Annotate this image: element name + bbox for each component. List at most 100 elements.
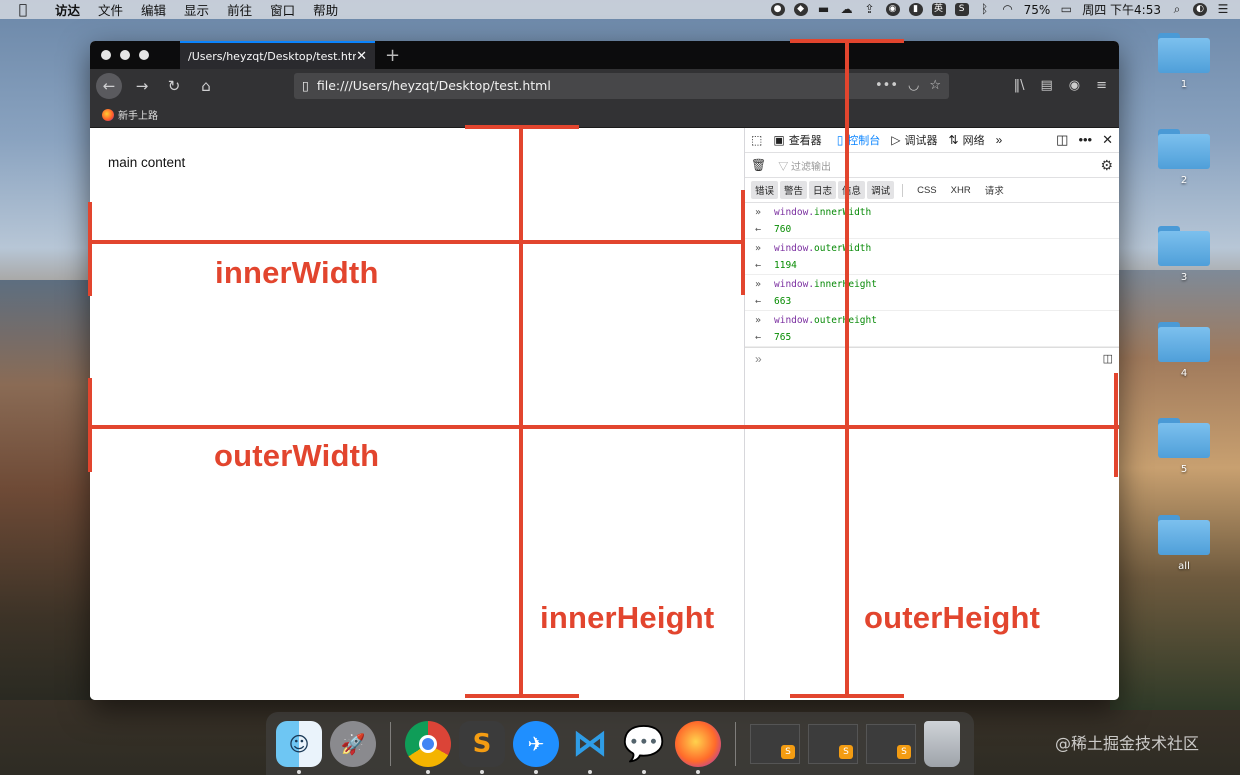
feishu-icon[interactable]: ✈ [513,720,559,774]
new-tab-button[interactable]: + [375,45,400,66]
launchpad-icon[interactable]: 🚀 [330,720,376,767]
more-tabs-icon[interactable]: » [996,133,1003,147]
element-picker-icon[interactable]: ⬚ [751,133,762,147]
library-icon[interactable]: ‖\ [1014,78,1025,93]
vpn-icon[interactable]: ◆ [793,3,808,16]
home-button[interactable]: ⌂ [194,74,218,98]
firefox-icon[interactable] [675,720,721,774]
tab-network[interactable]: ⇅ 网络 [949,132,985,148]
tab-inspector[interactable]: ▣ 查看器 [773,132,821,148]
minimize-window-button[interactable] [120,50,130,60]
filter-errors[interactable]: 错误 [751,181,779,199]
menu-edit[interactable]: 编辑 [132,0,175,19]
console-result: 760 [774,224,792,235]
minimized-window-thumb[interactable]: S [808,723,858,764]
account-icon[interactable]: ◉ [1069,78,1080,93]
filter-css[interactable]: CSS [911,183,943,198]
menu-finder[interactable]: 访达 [46,0,89,19]
reload-button[interactable]: ↻ [162,74,186,98]
filter-warnings[interactable]: 警告 [780,181,808,199]
tab-label: 网络 [962,135,985,147]
menu-help[interactable]: 帮助 [304,0,347,19]
desktop-folder[interactable]: 4 [1158,322,1210,379]
desktop-folder[interactable]: 5 [1158,418,1210,475]
folder-label: 3 [1180,272,1188,283]
tab-debugger[interactable]: ▷ 调试器 [891,132,937,148]
tab-console[interactable]: ▯ 控制台 [833,132,881,148]
gear-icon[interactable]: ⚙ [1100,157,1113,174]
log-level-filters: 错误 警告 日志 信息 调试 CSS XHR 请求 [745,178,1119,203]
toolbar-right: ‖\ ▤ ◉ ≡ [1014,78,1113,93]
desktop-folder[interactable]: 3 [1158,226,1210,283]
page-actions-icon[interactable]: ••• [875,78,898,93]
outer-height-line [845,41,849,698]
outer-width-label: outerWidth [214,438,380,473]
wechat-icon[interactable]: 💬 [621,721,667,774]
expr-property: innerWidth [814,206,872,218]
apple-icon[interactable]:  [0,2,46,18]
filter-debug[interactable]: 调试 [867,181,895,199]
wechat-icon[interactable]: ● [770,3,785,16]
input-method-icon[interactable]: 英 [931,3,946,16]
folder-label: all [1178,561,1190,572]
folder-icon [1158,129,1210,169]
bookmarks-bar: 新手上路 [90,102,1119,128]
url-bar[interactable]: ▯ file:///Users/heyzqt/Desktop/test.html… [294,72,949,99]
close-devtools-icon[interactable]: ✕ [1102,132,1113,148]
sublime-text-icon[interactable]: S [459,720,505,774]
desktop-folder[interactable]: 1 [1158,33,1210,90]
filter-logs[interactable]: 日志 [809,181,837,199]
clock[interactable]: 周四 下午4:53 [1082,1,1161,18]
qq-icon[interactable]: ◉ [885,3,900,16]
cloud-icon[interactable]: ☁ [840,3,854,16]
dock-divider [390,721,391,766]
sidebar-icon[interactable]: ▤ [1040,78,1052,93]
trash-icon[interactable]: 🗑 [751,158,766,172]
minimized-window-thumb[interactable]: S [750,723,800,764]
devtools-toolbar: ⬚ ▣ 查看器 ▯ 控制台 ▷ 调试器 ⇅ 网络 » ◫ ••• ✕ [745,128,1119,153]
control-center-icon[interactable]: ☰ [1216,3,1230,16]
filter-placeholder: 过滤输出 [791,161,832,173]
bluetooth-icon[interactable]: ᛒ [978,3,992,16]
zoom-window-button[interactable] [139,50,149,60]
tab-active[interactable]: /Users/heyzqt/Desktop/test.html ✕ [180,41,375,69]
more-options-icon[interactable]: ••• [1078,132,1092,148]
console-prompt[interactable]: » ◫ [745,347,1119,369]
docker-icon[interactable]: ▬ [817,3,831,16]
desktop-folder[interactable]: all [1158,515,1210,572]
menu-file[interactable]: 文件 [89,0,132,19]
bookmark-item[interactable]: 新手上路 [118,107,158,122]
menu-go[interactable]: 前往 [218,0,261,19]
sublime-icon[interactable]: S [954,3,969,16]
filter-info[interactable]: 信息 [838,181,866,199]
filter-xhr[interactable]: XHR [945,183,977,198]
menu-view[interactable]: 显示 [175,0,218,19]
finder-icon[interactable]: ☺ [276,720,322,774]
wifi-icon[interactable]: ◠ [1001,3,1015,16]
filter-input[interactable]: ▽ 过滤输出 [778,158,831,173]
vscode-icon[interactable]: ⋈ [567,721,613,774]
close-window-button[interactable] [101,50,111,60]
pocket-icon[interactable]: ◡ [908,78,919,93]
close-tab-icon[interactable]: ✕ [356,49,367,64]
console-filter-bar: 🗑 ▽ 过滤输出 ⚙ [745,153,1119,178]
dock-side-icon[interactable]: ◫ [1056,132,1068,148]
filter-requests[interactable]: 请求 [979,181,1010,199]
menu-icon[interactable]: ≡ [1096,78,1107,93]
input-chevron-icon: » [755,314,762,326]
console-result-row: ← 663 [745,293,1119,311]
bookmark-star-icon[interactable]: ☆ [929,78,941,93]
search-icon[interactable]: ⌕ [1170,3,1184,16]
chrome-icon[interactable] [405,720,451,774]
menu-window[interactable]: 窗口 [261,0,304,19]
battery-icon[interactable]: ▭ [1059,3,1073,16]
forward-button[interactable]: → [130,74,154,98]
back-button[interactable]: ← [96,72,122,99]
minimized-window-thumb[interactable]: S [866,723,916,764]
trash-icon[interactable] [924,720,960,767]
siri-icon[interactable]: ◐ [1193,3,1207,16]
upload-icon[interactable]: ⇪ [863,3,877,16]
desktop-folder[interactable]: 2 [1158,129,1210,186]
editor-mode-icon[interactable]: ◫ [1103,352,1113,365]
mic-icon[interactable]: ▮ [908,3,923,16]
